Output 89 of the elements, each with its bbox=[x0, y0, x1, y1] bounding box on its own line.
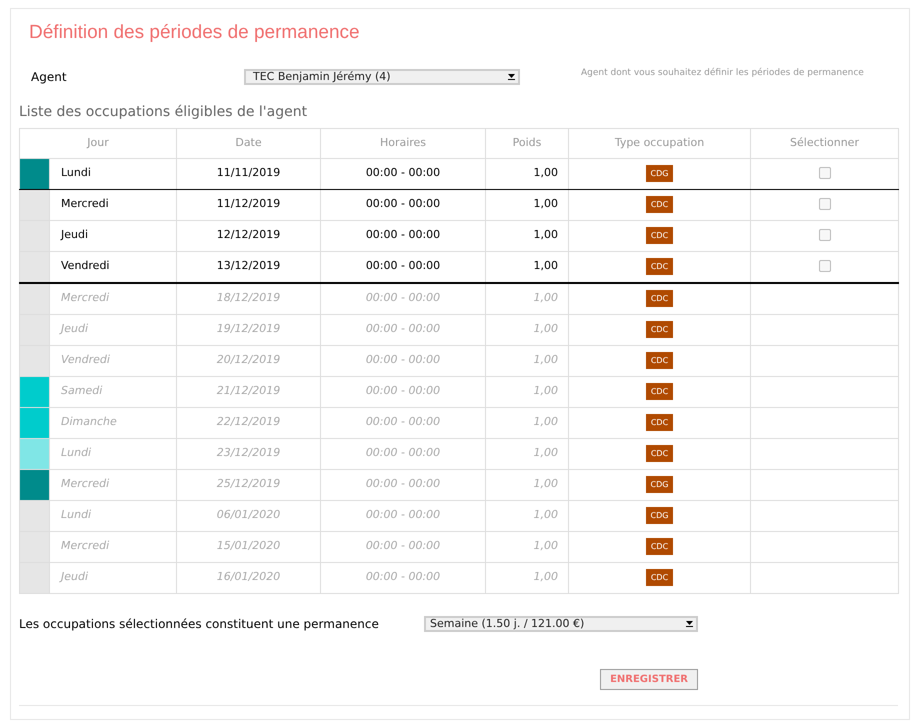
day-cell: Jeudi bbox=[61, 228, 88, 242]
weight-cell: 1,00 bbox=[534, 570, 558, 584]
type-tag: CDG bbox=[646, 165, 674, 182]
weight-cell: 1,00 bbox=[534, 228, 558, 242]
day-cell: Samedi bbox=[61, 384, 102, 398]
date-cell: 20/12/2019 bbox=[216, 353, 280, 366]
day-cell: Lundi bbox=[61, 446, 92, 460]
time-cell: 00:00 - 00:00 bbox=[366, 446, 440, 460]
type-tag: CDC bbox=[646, 538, 674, 555]
type-tag: CDC bbox=[646, 414, 674, 431]
time-cell: 00:00 - 00:00 bbox=[366, 539, 440, 552]
date-cell: 19/12/2019 bbox=[216, 322, 280, 336]
day-cell: Lundi bbox=[61, 508, 92, 522]
day-cell: Mercredi bbox=[61, 291, 110, 304]
time-cell: 00:00 - 00:00 bbox=[366, 291, 440, 304]
date-cell: 13/12/2019 bbox=[216, 259, 280, 272]
type-tag: CDC bbox=[646, 290, 674, 307]
type-tag: CDC bbox=[646, 321, 674, 338]
weight-cell: 1,00 bbox=[534, 322, 558, 336]
time-cell: 00:00 - 00:00 bbox=[366, 259, 440, 272]
day-cell: Dimanche bbox=[61, 415, 117, 428]
weight-cell: 1,00 bbox=[534, 259, 558, 272]
column-header: Jour bbox=[87, 136, 109, 149]
weight-cell: 1,00 bbox=[534, 415, 558, 428]
time-cell: 00:00 - 00:00 bbox=[366, 477, 440, 490]
weight-cell: 1,00 bbox=[534, 539, 558, 552]
time-cell: 00:00 - 00:00 bbox=[366, 322, 440, 336]
agent-select[interactable]: TEC Benjamin Jérémy (4) bbox=[244, 68, 520, 84]
select-checkbox[interactable] bbox=[818, 198, 830, 210]
column-header: Horaires bbox=[380, 136, 426, 149]
date-cell: 23/12/2019 bbox=[216, 446, 280, 460]
type-tag: CDC bbox=[646, 569, 674, 586]
type-tag: CDC bbox=[646, 227, 674, 244]
type-tag: CDC bbox=[646, 445, 674, 462]
weight-cell: 1,00 bbox=[534, 197, 558, 210]
type-tag: CDC bbox=[646, 352, 674, 369]
day-cell: Jeudi bbox=[61, 322, 88, 336]
select-checkbox[interactable] bbox=[818, 229, 830, 242]
permanence-label: Les occupations sélectionnées constituent une permanence bbox=[19, 616, 380, 632]
day-cell: Mercredi bbox=[61, 477, 110, 490]
select-checkbox[interactable] bbox=[818, 167, 830, 180]
dropdown-arrow-icon bbox=[508, 72, 516, 81]
page-title: Définition des périodes de permanence bbox=[29, 22, 360, 43]
weight-cell: 1,00 bbox=[534, 291, 558, 304]
column-header: Date bbox=[235, 136, 262, 149]
permanence-select[interactable]: Semaine (1.50 j. / 121.00 €) bbox=[424, 616, 698, 632]
dropdown-arrow-icon bbox=[686, 619, 694, 628]
date-cell: 11/12/2019 bbox=[216, 197, 280, 210]
weight-cell: 1,00 bbox=[534, 508, 558, 522]
agent-label: Agent bbox=[31, 68, 68, 86]
day-cell: Mercredi bbox=[61, 197, 109, 210]
time-cell: 00:00 - 00:00 bbox=[366, 508, 440, 522]
date-cell: 25/12/2019 bbox=[216, 477, 280, 490]
time-cell: 00:00 - 00:00 bbox=[366, 353, 440, 366]
column-header: Type occupation bbox=[614, 136, 704, 149]
time-cell: 00:00 - 00:00 bbox=[366, 166, 440, 180]
time-cell: 00:00 - 00:00 bbox=[366, 384, 440, 398]
date-cell: 06/01/2020 bbox=[216, 508, 280, 522]
type-tag: CDC bbox=[646, 196, 674, 213]
weight-cell: 1,00 bbox=[534, 166, 558, 180]
day-cell: Jeudi bbox=[61, 570, 88, 584]
column-header: Poids bbox=[512, 136, 542, 149]
date-cell: 21/12/2019 bbox=[216, 384, 280, 398]
weight-cell: 1,00 bbox=[534, 384, 558, 398]
date-cell: 22/12/2019 bbox=[216, 415, 280, 428]
section-title: Liste des occupations éligibles de l'agent bbox=[19, 104, 308, 120]
select-checkbox[interactable] bbox=[818, 260, 830, 272]
time-cell: 00:00 - 00:00 bbox=[366, 415, 440, 428]
hint-text: Agent dont vous souhaitez définir les périodes de permanence bbox=[581, 66, 864, 80]
date-cell: 11/11/2019 bbox=[216, 166, 280, 180]
day-cell: Vendredi bbox=[61, 259, 110, 272]
time-cell: 00:00 - 00:00 bbox=[366, 228, 440, 242]
weight-cell: 1,00 bbox=[534, 477, 558, 490]
column-header: Sélectionner bbox=[790, 136, 859, 149]
time-cell: 00:00 - 00:00 bbox=[366, 570, 440, 584]
day-cell: Mercredi bbox=[61, 539, 110, 552]
date-cell: 12/12/2019 bbox=[216, 228, 280, 242]
date-cell: 15/01/2020 bbox=[216, 539, 280, 552]
type-tag: CDG bbox=[646, 507, 674, 524]
weight-cell: 1,00 bbox=[534, 446, 558, 460]
day-cell: Vendredi bbox=[61, 353, 110, 366]
date-cell: 16/01/2020 bbox=[216, 570, 280, 584]
type-tag: CDC bbox=[646, 258, 674, 275]
weight-cell: 1,00 bbox=[534, 353, 558, 366]
type-tag: CDC bbox=[646, 383, 674, 400]
date-cell: 18/12/2019 bbox=[216, 291, 280, 304]
time-cell: 00:00 - 00:00 bbox=[366, 197, 440, 210]
day-cell: Lundi bbox=[61, 166, 91, 180]
type-tag: CDG bbox=[646, 476, 674, 493]
